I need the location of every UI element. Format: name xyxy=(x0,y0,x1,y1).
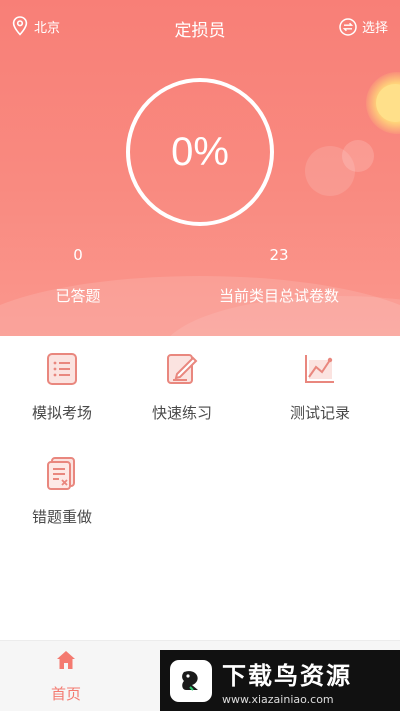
bubble-decoration xyxy=(342,140,374,172)
chart-record-icon xyxy=(305,355,334,383)
progress-ring: 0% xyxy=(126,78,274,226)
progress-percent: 0% xyxy=(171,129,229,174)
switch-icon xyxy=(339,17,357,36)
top-bar: 北京 定损员 选择 xyxy=(0,0,400,56)
edit-pad-icon xyxy=(167,354,198,384)
mock-exam-button[interactable]: 模拟考场 xyxy=(2,352,122,423)
exam-list-icon xyxy=(47,353,77,385)
answered-label: 已答题 xyxy=(55,287,101,305)
answered-count: 0 xyxy=(73,246,83,264)
quick-practice-label: 快速练习 xyxy=(151,404,212,422)
watermark-title: 下载鸟资源 xyxy=(222,661,352,690)
total-papers-count: 23 xyxy=(269,246,289,264)
tab-home-label: 首页 xyxy=(50,685,81,703)
total-papers-stat: 23 当前类目总试卷数 xyxy=(200,246,358,306)
quick-practice-button[interactable]: 快速练习 xyxy=(122,352,242,423)
test-record-button[interactable]: 测试记录 xyxy=(260,352,380,423)
select-label: 选择 xyxy=(361,21,388,36)
wrong-redo-button[interactable]: 错题重做 xyxy=(2,456,122,527)
test-record-label: 测试记录 xyxy=(289,404,350,422)
wrong-question-icon xyxy=(47,457,75,490)
bird-logo-icon xyxy=(182,670,198,691)
wrong-redo-label: 错题重做 xyxy=(31,508,92,526)
home-icon xyxy=(57,651,75,669)
watermark-logo xyxy=(170,659,212,702)
tab-home[interactable]: 首页 xyxy=(26,649,106,704)
watermark: 下载鸟资源 www.xiazainiao.com xyxy=(160,650,400,711)
select-category-button[interactable]: 选择 xyxy=(339,17,388,36)
watermark-url: www.xiazainiao.com xyxy=(222,692,334,706)
answered-stat: 0 已答题 xyxy=(28,246,128,306)
mock-exam-label: 模拟考场 xyxy=(31,404,92,422)
header-hero: 北京 定损员 选择 0% 0 已答题 23 当前类目总试卷数 xyxy=(0,0,400,336)
total-papers-label: 当前类目总试卷数 xyxy=(218,287,339,305)
